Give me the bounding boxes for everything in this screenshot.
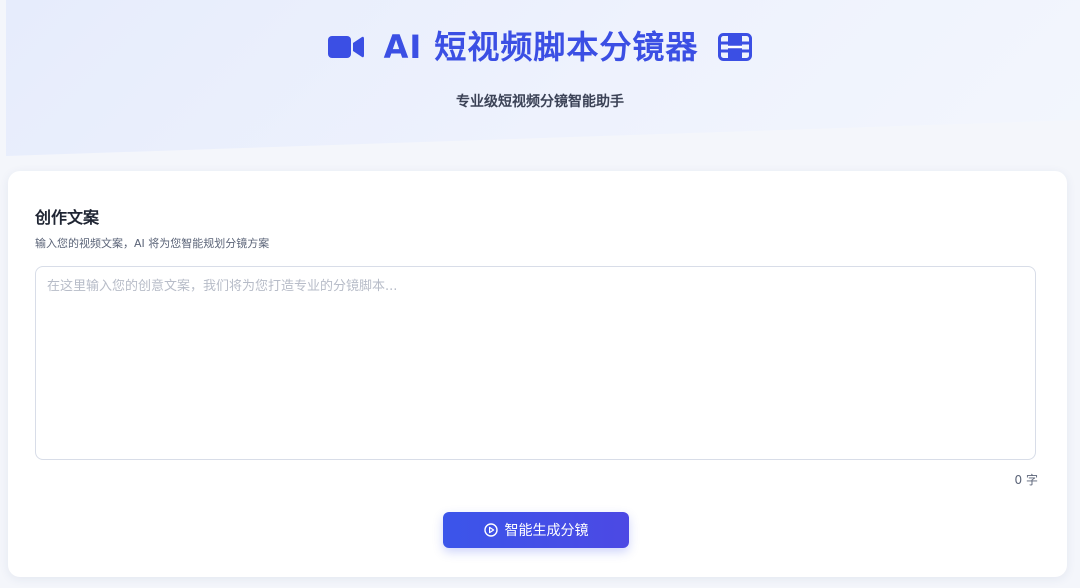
section-title: 创作文案 (35, 208, 100, 227)
film-icon (718, 33, 753, 61)
page: AI 短视频脚本分镜器 专业级短视频分镜智能助手 创作文案 输入您的视频文案，A… (0, 0, 1080, 588)
page-title: AI 短视频脚本分镜器 (383, 28, 699, 66)
editor-card: 创作文案 输入您的视频文案，AI 将为您智能规划分镜方案 0 字 智能生成分镜 (8, 171, 1067, 577)
play-circle-icon (483, 523, 498, 537)
video-camera-icon (327, 34, 364, 60)
generate-button-label: 智能生成分镜 (504, 523, 589, 539)
char-count: 0 字 (1014, 473, 1038, 487)
section-description: 输入您的视频文案，AI 将为您智能规划分镜方案 (35, 237, 270, 250)
script-input[interactable] (35, 266, 1036, 460)
page-subtitle: 专业级短视频分镜智能助手 (456, 94, 624, 110)
generate-storyboard-button[interactable]: 智能生成分镜 (443, 512, 629, 548)
header-title-row: AI 短视频脚本分镜器 (0, 26, 1080, 68)
